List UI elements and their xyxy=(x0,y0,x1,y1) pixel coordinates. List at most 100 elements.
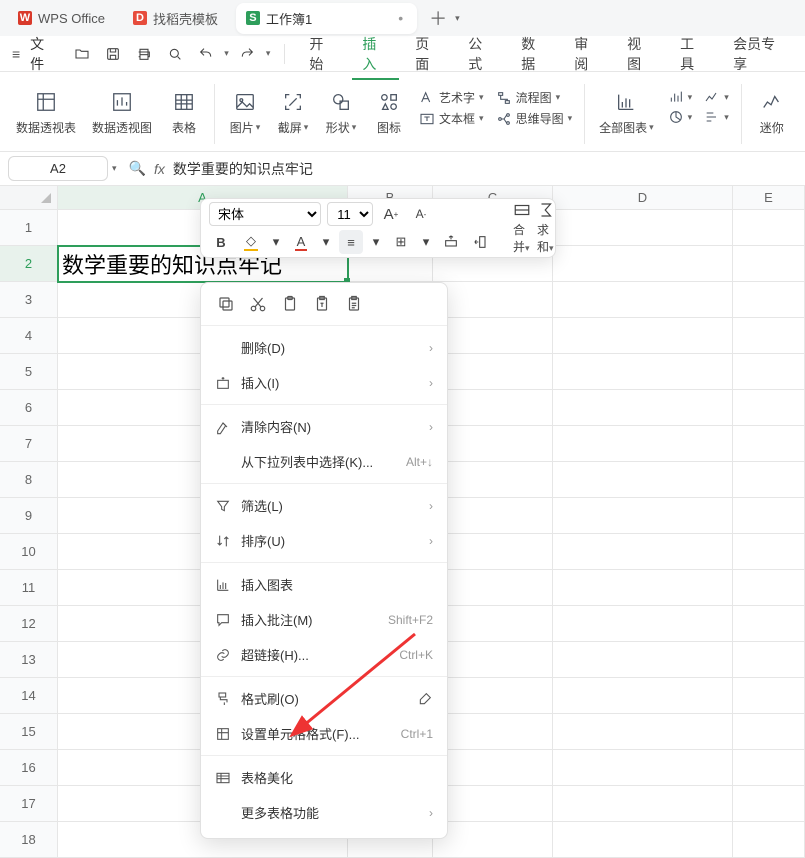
cell-E3[interactable] xyxy=(733,282,805,318)
chevron-down-icon[interactable]: ▾ xyxy=(112,163,117,174)
cell-D7[interactable] xyxy=(553,426,733,462)
cell-E10[interactable] xyxy=(733,534,805,570)
cell-D17[interactable] xyxy=(553,786,733,822)
font-size-select[interactable]: 11 xyxy=(327,202,373,226)
chevron-down-icon[interactable]: ▾ xyxy=(455,13,460,24)
increase-font-button[interactable]: A+ xyxy=(379,202,403,226)
cell-D18[interactable] xyxy=(553,822,733,858)
pivotchart-button[interactable]: 数据透视图 xyxy=(84,87,160,140)
row-header[interactable]: 14 xyxy=(0,678,58,714)
menutab-tools[interactable]: 工具 xyxy=(670,28,717,80)
tab-wps-office[interactable]: W WPS Office xyxy=(8,5,119,32)
cell-C12[interactable] xyxy=(433,606,553,642)
redo-icon[interactable] xyxy=(235,41,260,67)
copy-icon[interactable] xyxy=(217,295,235,313)
print-icon[interactable] xyxy=(131,41,156,67)
cell-E13[interactable] xyxy=(733,642,805,678)
cell-C17[interactable] xyxy=(433,786,553,822)
cell-E9[interactable] xyxy=(733,498,805,534)
row-header[interactable]: 4 xyxy=(0,318,58,354)
mindmap-button[interactable]: 思维导图▾ xyxy=(496,110,573,127)
wordart-button[interactable]: 艺术字▾ xyxy=(419,89,484,106)
cell-C8[interactable] xyxy=(433,462,553,498)
menutab-review[interactable]: 审阅 xyxy=(564,28,611,80)
screenshot-button[interactable]: 截屏▾ xyxy=(269,87,317,140)
pie-chart-button[interactable]: ▾ xyxy=(668,109,693,125)
cell-C9[interactable] xyxy=(433,498,553,534)
cell-E16[interactable] xyxy=(733,750,805,786)
cell-C15[interactable] xyxy=(433,714,553,750)
row-header[interactable]: 16 xyxy=(0,750,58,786)
chevron-down-icon[interactable]: ▾ xyxy=(319,230,333,254)
cell-E4[interactable] xyxy=(733,318,805,354)
select-all-corner[interactable] xyxy=(0,186,58,210)
menutab-insert[interactable]: 插入 xyxy=(352,28,399,80)
align-button[interactable]: ≡ xyxy=(339,230,363,254)
ctx-cell-format[interactable]: 设置单元格格式(F)...Ctrl+1 xyxy=(201,716,447,751)
open-icon[interactable] xyxy=(69,41,94,67)
cell-E6[interactable] xyxy=(733,390,805,426)
paste-text-icon[interactable] xyxy=(313,295,331,313)
cell-C11[interactable] xyxy=(433,570,553,606)
cell-C3[interactable] xyxy=(433,282,553,318)
ctx-insert-comment[interactable]: 插入批注(M)Shift+F2 xyxy=(201,602,447,637)
bold-button[interactable]: B xyxy=(209,230,233,254)
font-select[interactable]: 宋体 xyxy=(209,202,321,226)
cell-D11[interactable] xyxy=(553,570,733,606)
shape-button[interactable]: 形状▾ xyxy=(317,87,365,140)
formula-input[interactable] xyxy=(173,161,593,177)
chevron-down-icon[interactable]: ▾ xyxy=(419,230,433,254)
search-icon[interactable]: 🔍 xyxy=(129,160,146,177)
cell-D10[interactable] xyxy=(553,534,733,570)
cell-D1[interactable] xyxy=(553,210,733,246)
chevron-down-icon[interactable]: ▾ xyxy=(369,230,383,254)
cell-E12[interactable] xyxy=(733,606,805,642)
border-button[interactable]: ⊞ xyxy=(389,230,413,254)
ctx-insert[interactable]: 插入(I)› xyxy=(201,365,447,400)
cell-D8[interactable] xyxy=(553,462,733,498)
row-header[interactable]: 2 xyxy=(0,246,58,282)
cell-E17[interactable] xyxy=(733,786,805,822)
row-header[interactable]: 11 xyxy=(0,570,58,606)
row-header[interactable]: 8 xyxy=(0,462,58,498)
sum-button[interactable]: 求和▾ xyxy=(537,201,555,255)
ctx-hyperlink[interactable]: 超链接(H)...Ctrl+K xyxy=(201,637,447,672)
preview-icon[interactable] xyxy=(162,41,187,67)
paste-icon[interactable] xyxy=(281,295,299,313)
merge-button[interactable]: 合并▾ xyxy=(513,201,531,255)
row-header[interactable]: 7 xyxy=(0,426,58,462)
cell-E15[interactable] xyxy=(733,714,805,750)
cell-E11[interactable] xyxy=(733,570,805,606)
row-header[interactable]: 12 xyxy=(0,606,58,642)
cell-D14[interactable] xyxy=(553,678,733,714)
cut-icon[interactable] xyxy=(249,295,267,313)
undo-icon[interactable] xyxy=(193,41,218,67)
menutab-page[interactable]: 页面 xyxy=(405,28,452,80)
font-color-button[interactable]: A xyxy=(289,230,313,254)
paste-special-icon[interactable] xyxy=(345,295,363,313)
flowchart-button[interactable]: 流程图▾ xyxy=(496,89,573,106)
row-header[interactable]: 13 xyxy=(0,642,58,678)
chevron-down-icon[interactable]: ▾ xyxy=(266,48,271,59)
cell-C16[interactable] xyxy=(433,750,553,786)
fx-icon[interactable]: fx xyxy=(154,161,165,177)
bar-chart-button[interactable]: ▾ xyxy=(704,109,729,125)
cell-D4[interactable] xyxy=(553,318,733,354)
sparkline-button[interactable]: 迷你 xyxy=(748,87,796,140)
row-header[interactable]: 5 xyxy=(0,354,58,390)
tab-template[interactable]: D 找稻壳模板 xyxy=(123,3,232,34)
ctx-dropdown-select[interactable]: 从下拉列表中选择(K)...Alt+↓ xyxy=(201,444,447,479)
ctx-insert-chart[interactable]: 插入图表 xyxy=(201,567,447,602)
textbox-button[interactable]: 文本框▾ xyxy=(419,110,484,127)
menutab-data[interactable]: 数据 xyxy=(511,28,558,80)
cell-C13[interactable] xyxy=(433,642,553,678)
allcharts-button[interactable]: 全部图表▾ xyxy=(591,87,662,140)
row-header[interactable]: 6 xyxy=(0,390,58,426)
cell-E14[interactable] xyxy=(733,678,805,714)
cell-C18[interactable] xyxy=(433,822,553,858)
ctx-beautify[interactable]: 表格美化 xyxy=(201,760,447,795)
menutab-vip[interactable]: 会员专享 xyxy=(723,28,797,80)
cell-E2[interactable] xyxy=(733,246,805,282)
cell-E5[interactable] xyxy=(733,354,805,390)
cell-E18[interactable] xyxy=(733,822,805,858)
